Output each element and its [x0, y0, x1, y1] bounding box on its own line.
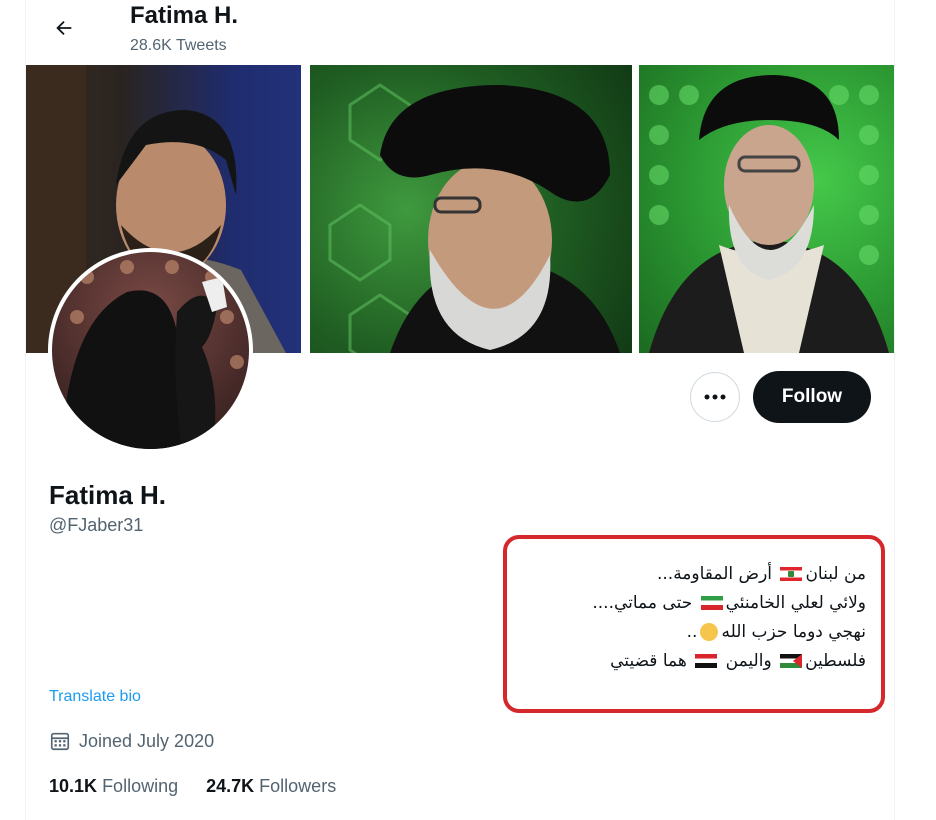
back-button[interactable]: [44, 8, 84, 48]
profile-name: Fatima H.: [49, 480, 167, 510]
avatar[interactable]: [48, 248, 253, 453]
arrow-left-icon: [56, 20, 72, 36]
yellow-circle-emoji-icon: [700, 623, 719, 641]
avatar-image: [52, 252, 249, 449]
joined-date: Joined July 2020: [49, 730, 214, 752]
joined-text: Joined July 2020: [79, 730, 215, 751]
yemen-flag-icon: [695, 654, 718, 668]
iran-flag-icon: [700, 596, 723, 610]
followers-label: Followers: [259, 776, 337, 796]
follow-stats: 10.1K Following 24.7K Followers: [49, 776, 336, 797]
profile-handle: @FJaber31: [49, 515, 144, 535]
profile-bio: من لبنان أرض المقاومة... ولائي لعلي الخا…: [592, 560, 866, 676]
palestine-flag-icon: [780, 654, 803, 668]
following-link[interactable]: 10.1K Following: [49, 776, 178, 797]
followers-count: 24.7K: [206, 776, 255, 796]
calendar-icon: [50, 732, 70, 751]
banner-photo-2: [310, 65, 632, 353]
bio-line-3: نهجي دوما حزب الله..: [686, 622, 866, 642]
tweet-count: 28.6K Tweets: [130, 37, 227, 54]
following-label: Following: [102, 776, 179, 796]
lebanon-flag-icon: [780, 567, 803, 581]
translate-bio-link[interactable]: Translate bio: [49, 688, 141, 706]
header-title: Fatima H.: [130, 2, 239, 29]
bio-line-2: ولائي لعلي الخامنئي حتى مماتي....: [592, 593, 866, 613]
bio-line-1: من لبنان أرض المقاومة...: [656, 564, 866, 584]
banner-photo-3: [639, 65, 894, 353]
followers-link[interactable]: 24.7K Followers: [206, 776, 336, 797]
following-count: 10.1K: [49, 776, 98, 796]
bio-line-4: فلسطين واليمن هما قضيتي: [610, 651, 866, 671]
more-options-button[interactable]: [690, 372, 740, 422]
follow-button[interactable]: Follow: [753, 371, 871, 423]
ellipsis-icon: [704, 394, 726, 400]
